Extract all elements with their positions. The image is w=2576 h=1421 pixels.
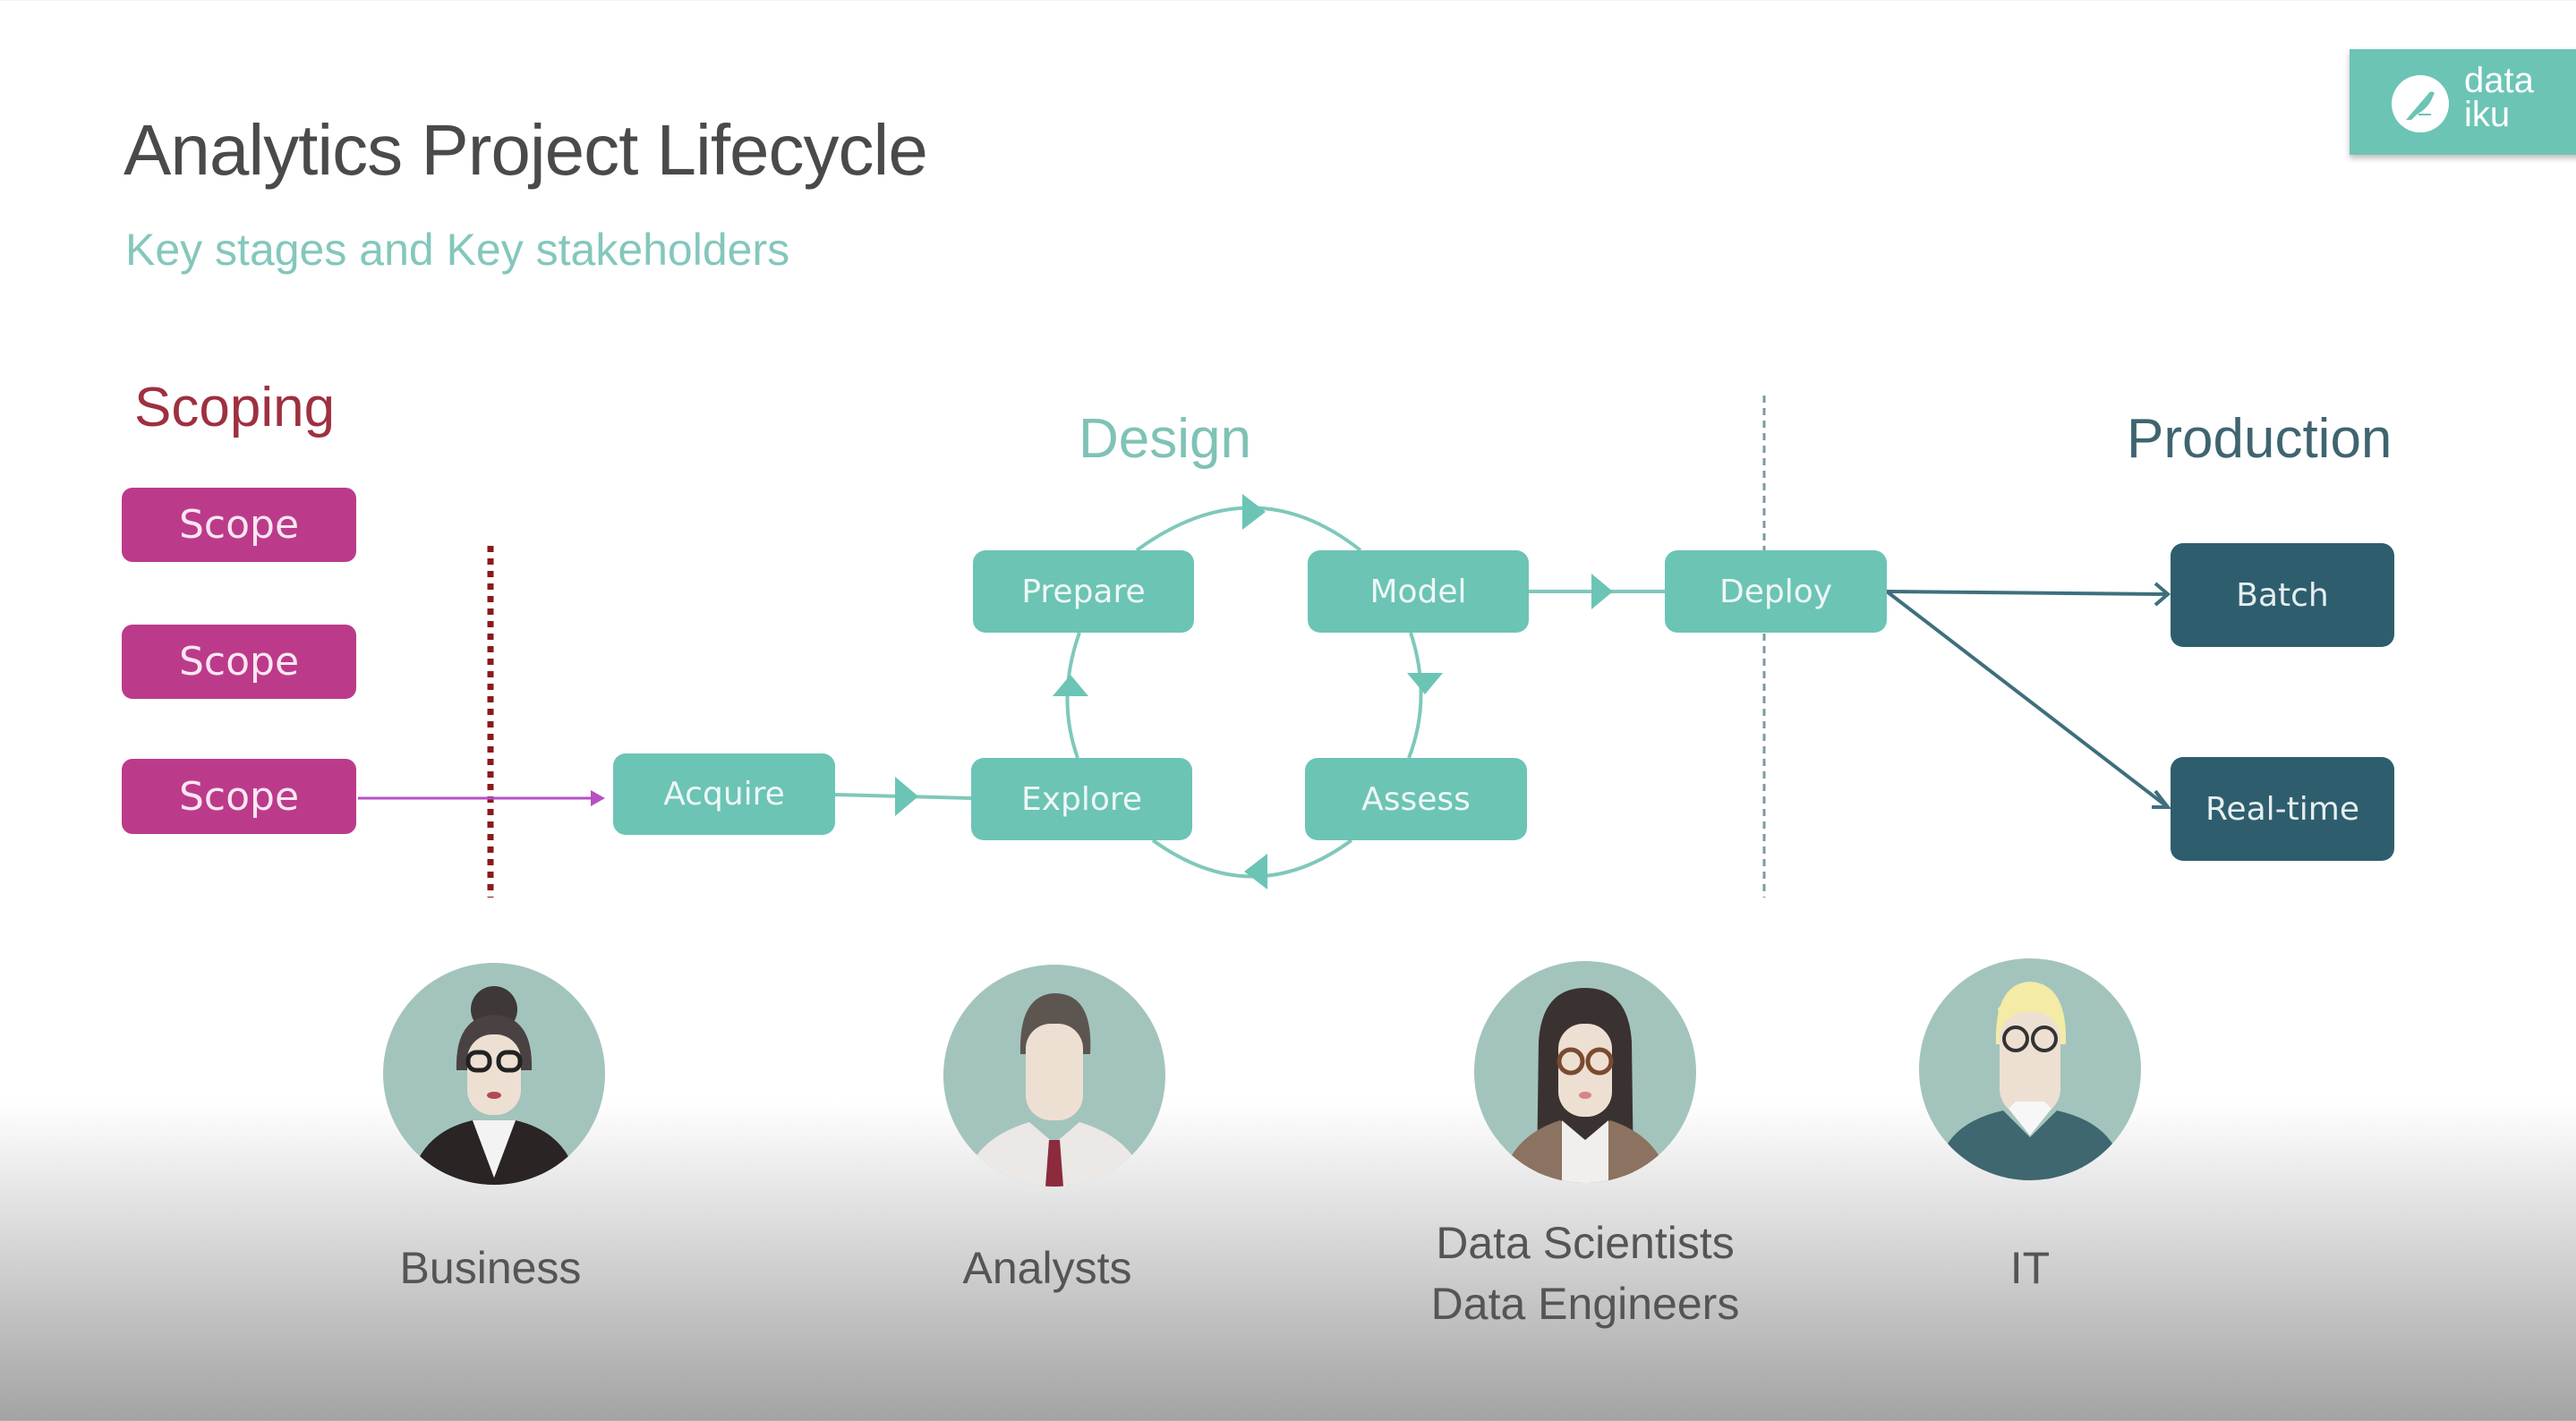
deploy-to-batch-line: [1886, 590, 2167, 596]
model-to-assess-arc: [1407, 632, 1423, 759]
prepare-to-model-arrowhead: [1242, 494, 1266, 530]
deploy-to-realtime-line: [1885, 590, 2170, 809]
explore-to-prepare-arrowhead: [1053, 675, 1088, 696]
analyst-avatar: [943, 965, 1165, 1187]
stakeholder-label-line2: Data Engineers: [1430, 1279, 1740, 1329]
businesswoman-avatar: [383, 963, 605, 1185]
assess-to-explore-arrowhead: [1244, 854, 1267, 889]
scope-box-3: Scope: [122, 759, 356, 834]
batch-box: Batch: [2171, 543, 2394, 647]
scope-box-1: Scope: [122, 488, 356, 562]
stakeholder-label-it: IT: [2009, 1243, 2051, 1293]
explore-box: Explore: [971, 758, 1192, 840]
scope-to-acquire-arrowhead: [591, 790, 605, 806]
data-scientist-avatar: [1474, 961, 1696, 1183]
deploy-to-realtime-arrowhead: [2152, 789, 2172, 809]
acquire-box: Acquire: [613, 753, 835, 835]
assess-box: Assess: [1305, 758, 1527, 840]
deploy-box: Deploy: [1665, 550, 1887, 633]
stakeholder-label-business: Business: [399, 1243, 582, 1293]
model-box: Model: [1308, 550, 1529, 633]
realtime-box: Real-time: [2171, 757, 2394, 861]
acquire-to-explore-arrowhead: [895, 777, 918, 816]
stakeholder-label-line1: Data Scientists: [1436, 1218, 1735, 1268]
it-avatar: [1919, 958, 2141, 1180]
stakeholder-label-analysts: Analysts: [962, 1243, 1132, 1293]
model-to-deploy-arrowhead: [1591, 574, 1613, 609]
stakeholder-label-data-scientists: Data Scientists Data Engineers: [1431, 1213, 1740, 1334]
diagram-connectors: [358, 396, 2172, 898]
scope-box-2: Scope: [122, 625, 356, 699]
model-to-assess-arrowhead: [1407, 673, 1443, 694]
prepare-box: Prepare: [973, 550, 1194, 633]
